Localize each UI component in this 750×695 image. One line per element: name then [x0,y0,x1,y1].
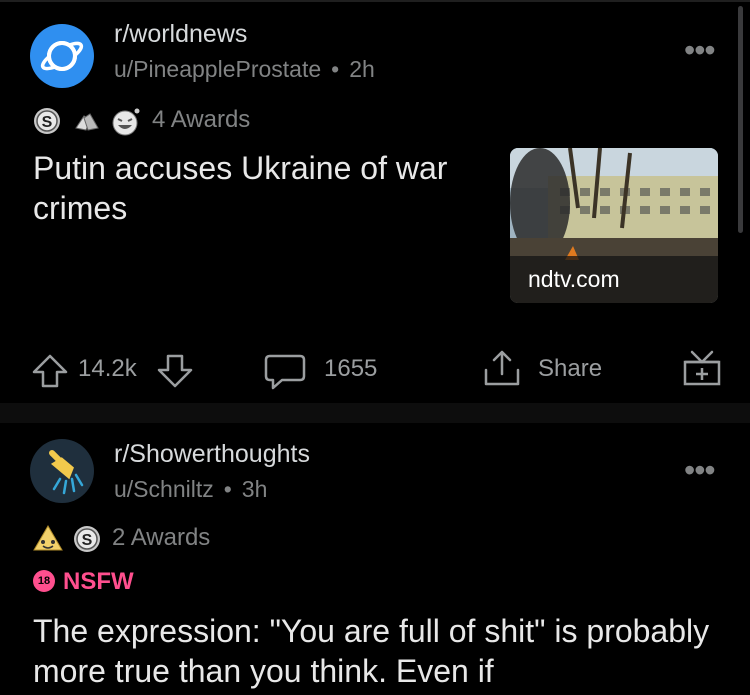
comment-count: 1655 [324,355,378,382]
awards-count: 2 Awards [112,524,211,551]
upvote-arrow-icon [32,354,68,388]
more-options-icon[interactable]: ••• [684,454,716,486]
subreddit-name[interactable]: r/worldnews [114,20,247,49]
laughing-face-award-icon [112,108,140,136]
share-label: Share [538,355,603,382]
downvote-button[interactable] [155,350,195,390]
post-title[interactable]: Putin accuses Ukraine of war crimes [33,148,453,228]
share-button[interactable]: Share [482,348,622,392]
separator-dot: • [331,56,340,82]
username[interactable]: u/Schniltz [114,476,214,502]
vote-count: 14.2k [78,355,137,382]
awards-row[interactable]: S 2 Awards [32,524,252,554]
helpful-hands-award-icon [75,113,99,131]
silver-award-icon: S [34,108,60,134]
upvote-button[interactable] [30,352,70,392]
svg-text:S: S [42,114,53,131]
nsfw-18-icon: 18 [33,570,55,592]
link-thumbnail[interactable]: ndtv.com [510,148,718,303]
post-title[interactable]: The expression: "You are full of shit" i… [33,611,723,691]
post-card-showerthoughts[interactable]: r/Showerthoughts u/Schniltz • 3h ••• S 2 A… [0,423,750,695]
separator-dot: • [223,476,232,502]
svg-text:S: S [82,532,93,549]
post-card-worldnews[interactable]: r/worldnews u/PineappleProstate • 2h ••• S… [0,2,750,402]
gift-icon [683,350,721,386]
more-options-icon[interactable]: ••• [684,34,716,66]
scrollbar[interactable] [738,6,743,233]
post-time: 2h [349,56,375,82]
nsfw-label: NSFW [63,568,134,595]
subreddit-avatar[interactable] [30,24,94,88]
award-button[interactable] [682,346,722,388]
link-domain: ndtv.com [528,266,620,292]
comments-button[interactable]: 1655 [264,348,394,392]
silver-award-icon: S [74,526,100,552]
planet-icon [30,24,94,88]
username[interactable]: u/PineappleProstate [114,56,321,82]
comment-bubble-icon [264,354,306,390]
subreddit-name[interactable]: r/Showerthoughts [114,440,310,469]
awards-row[interactable]: S 4 Awards [32,106,282,136]
shower-head-icon [30,439,94,503]
wholesome-award-icon [33,525,63,551]
subreddit-avatar[interactable] [30,439,94,503]
post-meta: u/Schniltz • 3h [114,476,267,503]
downvote-arrow-icon [157,354,193,388]
share-icon [484,350,520,386]
awards-count: 4 Awards [152,106,251,133]
post-divider [0,403,750,423]
post-time: 3h [241,476,268,502]
post-meta: u/PineappleProstate • 2h [114,56,375,83]
